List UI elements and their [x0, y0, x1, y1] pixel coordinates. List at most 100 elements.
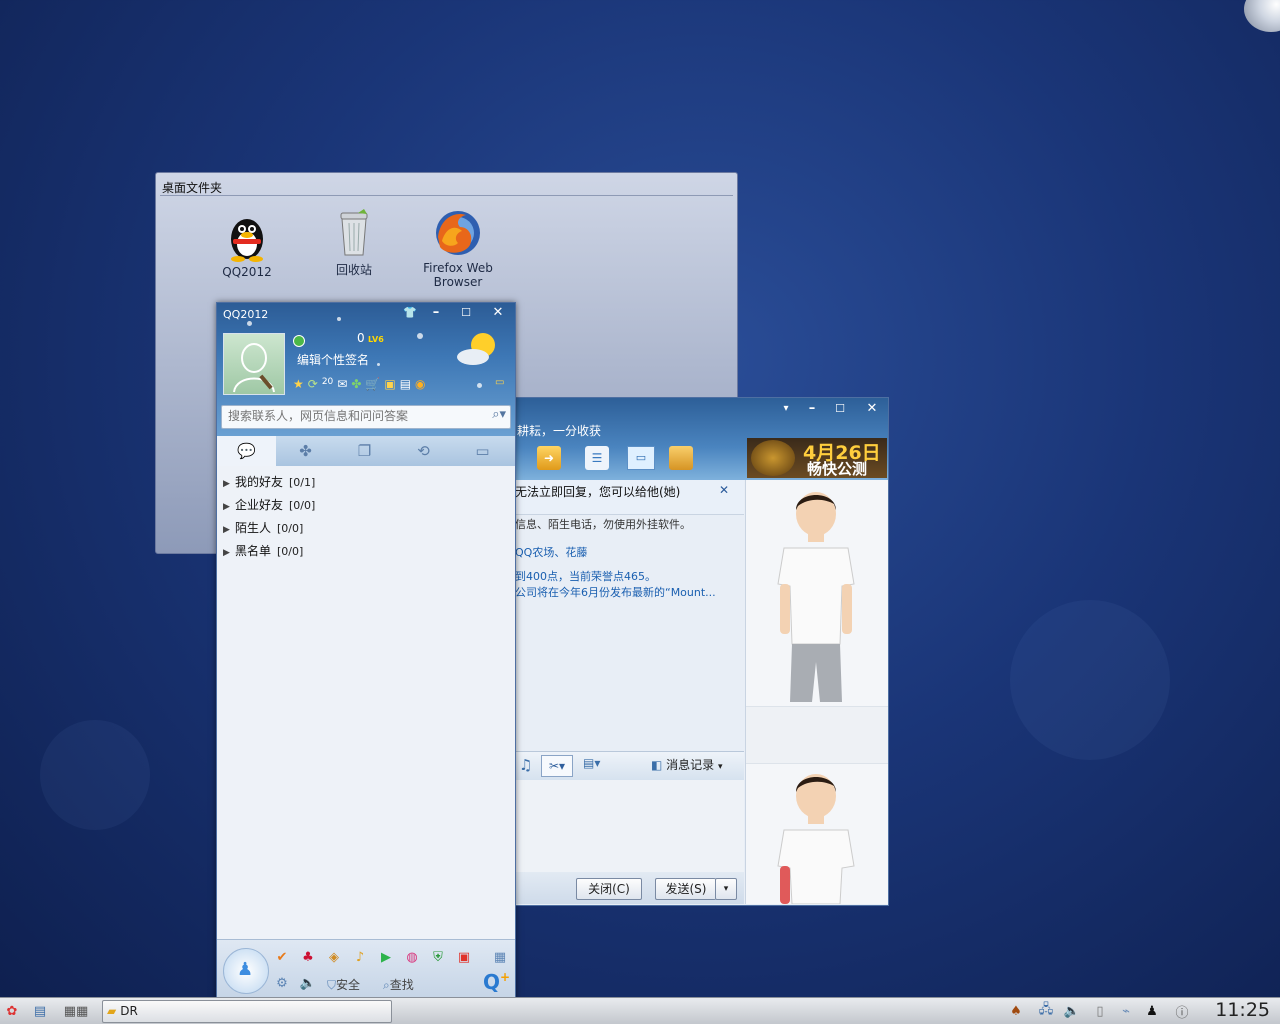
tray-mushroom-icon[interactable]: ♠ [1006, 1001, 1026, 1021]
desktop-icon-trash[interactable]: 回收站 [309, 207, 399, 278]
taskbar-window-label: DR [120, 1004, 138, 1018]
security-button[interactable]: ⛉安全 [327, 976, 360, 993]
qq-header: QQ2012 👕 – ☐ ✕ 0 LV6 编辑个性签名 ★ ⟳ 20 ✉ ✤ 🛒… [217, 303, 515, 436]
online-status-icon[interactable] [293, 335, 305, 347]
qq-browser-icon[interactable]: ◍ [403, 948, 421, 966]
volume-icon[interactable]: 🔈 [299, 974, 317, 992]
bokeh [1010, 600, 1170, 760]
group-name: 我的好友 [235, 475, 284, 489]
link-message[interactable]: QQ农场、花藤 [515, 544, 587, 560]
qq-pet-icon[interactable]: ♣ [299, 948, 317, 966]
message-box-icon[interactable]: ▭ [495, 377, 504, 388]
group-strangers[interactable]: ▶ 陌生人 [0/0] [223, 518, 303, 538]
find-button[interactable]: ⌕查找 [383, 976, 414, 993]
send-options-button[interactable]: ▾ [715, 878, 737, 900]
send-button[interactable]: 发送(S) [655, 878, 716, 900]
qq-minimize-button[interactable]: – [425, 304, 447, 322]
qq-level-number: 0 [357, 331, 365, 345]
chat-minimize-button[interactable]: – [801, 400, 823, 418]
group-count: [0/0] [277, 522, 304, 535]
skin-button[interactable]: 👕 [399, 304, 421, 322]
weather-icon[interactable] [455, 329, 501, 369]
volume-icon[interactable]: 🔈 [1062, 1001, 1082, 1021]
qzone-star-icon[interactable]: ★ [293, 377, 304, 391]
tab-contacts[interactable]: 💬 [217, 436, 276, 466]
group-name: 黑名单 [235, 544, 272, 558]
tab-recent[interactable]: ▭ [453, 436, 512, 466]
more-tools-icon[interactable]: ▤▾ [583, 756, 613, 774]
qq-bag-icon[interactable]: ▣ [455, 948, 473, 966]
security-label: 安全 [336, 978, 361, 992]
qq-level-badge[interactable]: LV6 [368, 335, 384, 344]
group-my-friends[interactable]: ▶ 我的好友 [0/1] [223, 472, 315, 492]
note-icon[interactable]: ▤ [400, 377, 411, 391]
qq-penguin-icon: ♟ [237, 959, 254, 980]
search-input[interactable] [222, 406, 484, 426]
chat-close-button[interactable]: ✕ [861, 400, 883, 418]
qq-video-icon[interactable]: ▶ [377, 948, 395, 966]
start-menu-icon[interactable]: ✿ [2, 1001, 22, 1021]
mail-icon[interactable]: ✉ [337, 377, 347, 391]
chat-window: ▾ – ☐ ✕ 耕耘，一分收获 ➜ ☰ ▭ 4月26日 畅快公测 无法立即回复，… [512, 397, 889, 906]
qq-add-icon[interactable]: Q+ [483, 970, 510, 994]
wallet-icon[interactable]: ▣ [384, 377, 395, 391]
chat-button-bar: 关闭(C) 发送(S) ▾ [513, 872, 744, 904]
qq-tiger-icon[interactable]: ◈ [325, 948, 343, 966]
desktop-icon-firefox[interactable]: Firefox Web Browser [412, 207, 504, 289]
search-box[interactable]: ⌕▾ [221, 405, 511, 429]
weibo-icon[interactable]: ⟳ [308, 377, 318, 391]
settings-gear-icon[interactable]: ⚙ [273, 974, 291, 992]
qq-tray-icon[interactable]: ♟ [1142, 1001, 1162, 1021]
folder-icon: ▰ [107, 1004, 117, 1018]
desktop-icon-label: 回收站 [335, 263, 372, 277]
file-transfer-icon[interactable]: ➜ [537, 446, 561, 470]
remote-desktop-icon[interactable]: ▭ [627, 446, 655, 470]
qq-music-icon[interactable]: ♪ [351, 948, 369, 966]
qq-game-icon[interactable]: ✔ [273, 948, 291, 966]
qq-main-menu-button[interactable]: ♟ [223, 948, 269, 994]
tab-weibo[interactable]: ⟲ [394, 436, 453, 466]
clover-icon[interactable]: ✤ [351, 377, 361, 391]
history-button[interactable]: ◧ 消息记录 ▾ [651, 756, 741, 774]
network-icon[interactable]: 🖧 [1036, 1001, 1056, 1021]
friend-show-figure [762, 488, 870, 706]
app-grid-icon[interactable]: ▦ [491, 948, 509, 966]
system-message: 到400点，当前荣誉点465。 [515, 570, 656, 583]
workspace-switcher[interactable]: ▦▦ [60, 1001, 92, 1021]
game-ad-banner[interactable]: 4月26日 畅快公测 [747, 438, 887, 478]
taskbar-window-button[interactable]: ▰ DR [102, 1000, 392, 1023]
message-input-area[interactable] [513, 780, 744, 872]
file-manager-icon[interactable]: ▤ [30, 1001, 50, 1021]
desktop-icon-qq[interactable]: QQ2012 [202, 211, 292, 279]
device-icon[interactable]: ⌁ [1116, 1001, 1136, 1021]
qq-maximize-button[interactable]: ☐ [455, 304, 477, 322]
info-icon[interactable]: ⓘ [1172, 1001, 1192, 1021]
tab-apps[interactable]: ✤ [276, 436, 335, 466]
message-history: 信息、陌生电话，勿使用外挂软件。 QQ农场、花藤 到400点，当前荣誉点465。… [513, 514, 744, 750]
clipboard-icon[interactable]: ▯ [1090, 1001, 1110, 1021]
mail-count[interactable]: 20 [322, 377, 333, 391]
group-blacklist[interactable]: ▶ 黑名单 [0/0] [223, 541, 303, 561]
shop-cart-icon[interactable]: 🛒 [365, 377, 380, 391]
group-count: [0/1] [289, 476, 316, 489]
group-name: 企业好友 [235, 498, 284, 512]
qq-guard-icon[interactable]: ⛨ [429, 948, 447, 966]
chat-menu-button[interactable]: ▾ [775, 400, 797, 418]
signature-field[interactable]: 编辑个性签名 [297, 351, 369, 368]
folder-title: 桌面文件夹 [162, 181, 223, 195]
tab-groups[interactable]: ❐ [335, 436, 394, 466]
desktop-icon-label: Firefox Web Browser [423, 261, 493, 289]
sms-icon[interactable]: ☰ [585, 446, 609, 470]
notice-close-icon[interactable]: ✕ [719, 483, 729, 497]
app-menu-icon[interactable] [669, 446, 693, 470]
coin-icon[interactable]: ◉ [415, 377, 425, 391]
music-icon[interactable]: ♫ [519, 756, 537, 774]
screenshot-scissors-icon[interactable]: ✂▾ [541, 755, 573, 777]
qq-close-button[interactable]: ✕ [487, 304, 509, 322]
chat-maximize-button[interactable]: ☐ [829, 400, 851, 418]
group-enterprise-friends[interactable]: ▶ 企业好友 [0/0] [223, 495, 315, 515]
clock[interactable]: 11:25 [1215, 999, 1270, 1021]
search-icon[interactable]: ⌕▾ [492, 407, 506, 422]
close-chat-button[interactable]: 关闭(C) [576, 878, 642, 900]
avatar[interactable] [223, 333, 285, 395]
